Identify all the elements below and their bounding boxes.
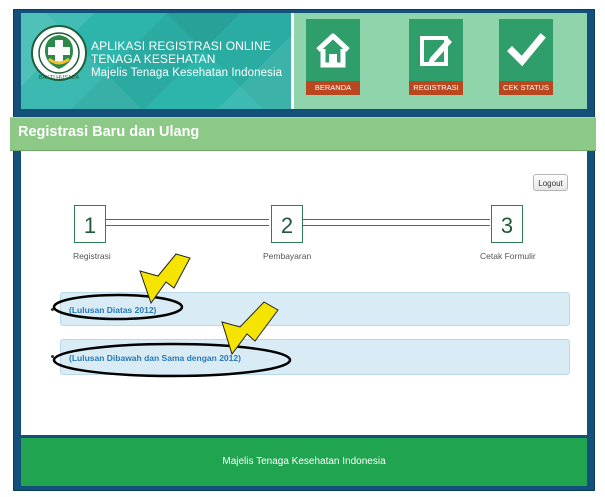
list-bullet xyxy=(51,308,54,311)
step-connector-1 xyxy=(105,219,269,226)
step-2-label: Pembayaran xyxy=(263,251,312,261)
list-bullet xyxy=(51,355,54,358)
nav-beranda-label: BERANDA xyxy=(306,81,360,95)
step-1-box: 1 xyxy=(74,205,106,243)
option-link-diatas-2012[interactable]: (Lulusan Diatas 2012) xyxy=(69,305,156,315)
main-nav: BERANDA REGISTRASI CEK STATUS xyxy=(291,13,587,109)
step-1-label: Registrasi xyxy=(73,251,111,261)
app-title-line-2: TENAGA KESEHATAN xyxy=(91,52,216,66)
option-lulusan-dibawah-2012: (Lulusan Dibawah dan Sama dengan 2012) xyxy=(60,339,570,375)
nav-registrasi-label: REGISTRASI xyxy=(409,81,463,95)
progress-steps: 1 2 3 Registrasi Pembayaran Cetak Formul… xyxy=(65,205,545,265)
bakti-husada-logo: BAKTI HUSADA xyxy=(31,25,87,81)
checkmark-icon xyxy=(499,19,553,81)
option-link-dibawah-2012[interactable]: (Lulusan Dibawah dan Sama dengan 2012) xyxy=(69,353,241,363)
site-footer: Majelis Tenaga Kesehatan Indonesia xyxy=(21,438,587,486)
logout-button[interactable]: Logout xyxy=(533,174,568,191)
header-banner: BAKTI HUSADA APLIKASI REGISTRASI ONLINE … xyxy=(21,13,291,109)
step-2-box: 2 xyxy=(271,205,303,243)
nav-cek-status-label: CEK STATUS xyxy=(499,81,553,95)
home-icon xyxy=(306,19,360,81)
option-lulusan-diatas-2012: (Lulusan Diatas 2012) xyxy=(60,292,570,326)
nav-beranda[interactable]: BERANDA xyxy=(306,19,360,99)
step-3-label: Cetak Formulir xyxy=(480,251,536,261)
step-3-box: 3 xyxy=(491,205,523,243)
step-connector-2 xyxy=(302,219,490,226)
app-title-line-1: APLIKASI REGISTRASI ONLINE xyxy=(91,39,271,53)
nav-cek-status[interactable]: CEK STATUS xyxy=(499,19,553,99)
nav-registrasi[interactable]: REGISTRASI xyxy=(409,19,463,99)
site-header: BAKTI HUSADA APLIKASI REGISTRASI ONLINE … xyxy=(21,13,587,109)
logo-text: BAKTI HUSADA xyxy=(39,75,80,81)
edit-icon xyxy=(409,19,463,81)
page-title: Registrasi Baru dan Ulang xyxy=(10,117,596,151)
app-subtitle: Majelis Tenaga Kesehatan Indonesia xyxy=(91,67,283,79)
